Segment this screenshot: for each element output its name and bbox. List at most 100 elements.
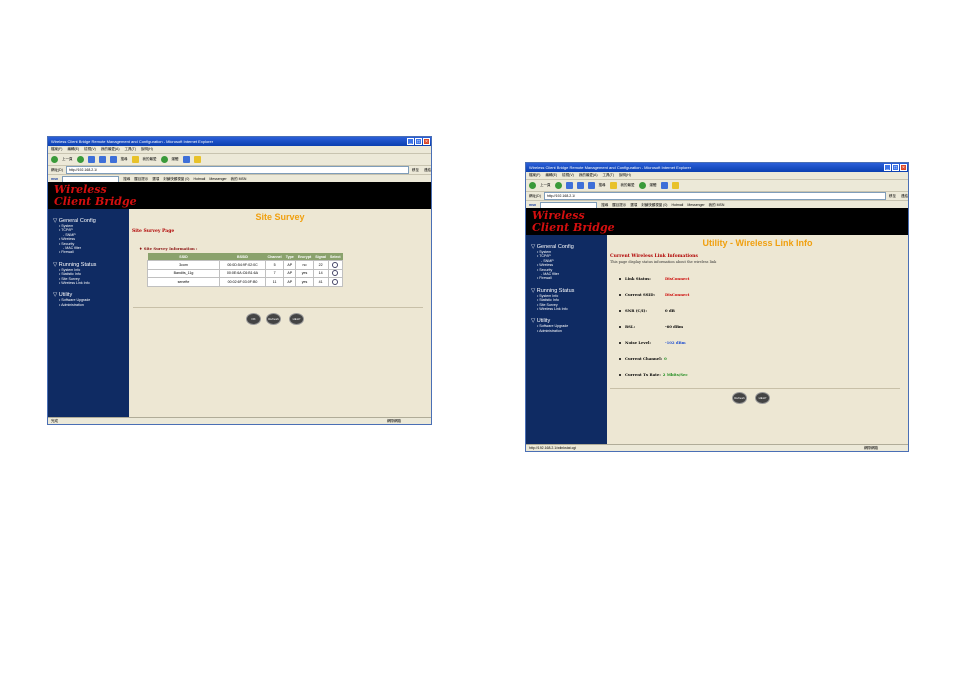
back-label[interactable]: 上一頁 [62,154,73,165]
browser-toolbar: 上一頁 搜尋 我的最愛 媒體 [48,154,431,166]
menu-tools[interactable]: 工具(T) [603,172,614,179]
info-row-noise-level: Noise Level: -102 dBm [619,340,686,345]
favorites-label[interactable]: 我的最愛 [621,180,635,191]
minimize-button[interactable]: _ [884,164,891,171]
media-label[interactable]: 媒體 [172,154,179,165]
stop-icon[interactable] [87,156,95,163]
help-button[interactable]: HELP [755,392,770,404]
snr-value: 0 dB [665,308,675,313]
menu-tools[interactable]: 工具(T) [125,146,136,153]
menu-file[interactable]: 檔案(F) [51,146,62,153]
address-bar: 網址(D) http://192.168.2.1/ 移至 連結 [526,192,908,201]
link-status-value: DisConnect [665,276,690,281]
address-input[interactable]: http://192.168.2.1/ [543,192,886,200]
close-button[interactable]: × [423,138,430,145]
minimize-button[interactable]: _ [407,138,414,145]
go-button[interactable]: 移至 [412,166,421,174]
browser-toolbar: 上一頁 搜尋 我的最愛 媒體 [526,180,908,192]
maximize-button[interactable]: □ [415,138,422,145]
back-label[interactable]: 上一頁 [540,180,551,191]
back-icon[interactable] [529,182,536,189]
address-label: 網址(D) [51,168,63,172]
stop-icon[interactable] [565,182,573,189]
sidebar: ▽ General Config • System • TCP/IP - SNM… [526,235,607,445]
menu-favorites[interactable]: 我的最愛(A) [579,172,598,179]
forward-icon[interactable] [76,156,84,163]
refresh-button[interactable]: Refresh [266,313,281,325]
menu-help[interactable]: 說明(H) [619,172,631,179]
go-button[interactable]: 移至 [889,192,898,200]
refresh-icon[interactable] [576,182,584,189]
info-row-link-status: Link Status: DisConnect [619,276,689,281]
page-title: Site Survey [255,212,305,222]
table-row: 3com 00:0D:54:9F:02:0C 5 AP no 22 [147,260,344,270]
media-icon[interactable] [638,182,646,189]
menu-edit[interactable]: 編輯(E) [545,172,557,179]
address-label: 網址(D) [529,194,541,198]
address-input[interactable]: http://192.168.2.1/ [65,166,409,174]
col-type: Type [283,253,296,261]
history-icon[interactable] [182,156,190,163]
forward-icon[interactable] [554,182,562,189]
sidebar-item-administration[interactable]: • Administration [48,303,129,307]
page-description: This page display status information abo… [610,260,717,264]
menu-view[interactable]: 檢視(V) [84,146,96,153]
col-ssid: SSID [147,253,220,261]
maximize-button[interactable]: □ [892,164,899,171]
ok-button[interactable]: OK [246,313,261,325]
favorites-icon[interactable] [131,156,139,163]
noise-level-value: -102 dBm [665,340,686,345]
select-radio[interactable] [332,270,339,277]
help-button[interactable]: HELP [289,313,304,325]
current-channel-value: 0 [664,356,667,361]
select-radio[interactable] [332,278,339,285]
page-heading: Site Survey Page [132,229,175,234]
app-banner: Wireless Client Bridge [526,208,908,235]
home-icon[interactable] [587,182,595,189]
folder-icon[interactable] [671,182,679,189]
history-icon[interactable] [660,182,668,189]
favorites-label[interactable]: 我的最愛 [143,154,157,165]
folder-icon[interactable] [193,156,201,163]
back-icon[interactable] [51,156,58,163]
wireless-link-info-page: Utility - Wireless Link Info Current Wir… [607,235,908,445]
refresh-button[interactable]: Refresh [732,392,747,404]
menu-view[interactable]: 檢視(V) [562,172,574,179]
rsl-value: -60 dBm [665,324,684,329]
info-row-snr: SNR (C/I): 0 dB [619,308,675,313]
menu-file[interactable]: 檔案(F) [529,172,540,179]
window-title: Wireless Client Bridge Remote Management… [51,139,214,144]
browser-window-site-survey: Wireless Client Bridge Remote Management… [47,136,432,425]
menu-help[interactable]: 說明(H) [141,146,153,153]
links-label[interactable]: 連結 [424,166,431,174]
status-text: 完成 [51,419,58,423]
table-row: senefte 00:02:6F:03:0F:B0 11 AP yes 41 [147,277,344,287]
col-encrypt: Encrypt [295,253,314,261]
menu-edit[interactable]: 編輯(E) [67,146,79,153]
col-channel: Channel [265,253,284,261]
media-label[interactable]: 媒體 [650,180,657,191]
col-select: Select [328,253,343,261]
media-icon[interactable] [160,156,168,163]
internet-zone: 網際網路 [387,419,401,423]
info-row-current-channel: Current Channel: 0 [619,356,667,361]
menu-favorites[interactable]: 我的最愛(A) [101,146,120,153]
info-row-current-ssid: Current SSID: DisConnect [619,292,689,297]
table-row: Bandits_11g 00:0E:6A:C6:B1:6A 7 AP yes 1… [147,268,344,279]
internet-zone: 網際網路 [864,446,878,450]
links-label[interactable]: 連結 [901,192,908,200]
info-row-rsl: RSL: -60 dBm [619,324,683,329]
search-label[interactable]: 搜尋 [599,180,606,191]
close-button[interactable]: × [900,164,907,171]
search-label[interactable]: 搜尋 [121,154,128,165]
address-bar: 網址(D) http://192.168.2.1/ 移至 連結 [48,166,431,175]
app-logo: Wireless Client Bridge [532,209,615,234]
select-radio[interactable] [332,261,339,268]
status-bar: http://192.168.2.1/wlinkstat.cgi 網際網路 [526,444,908,451]
home-icon[interactable] [109,156,117,163]
favorites-icon[interactable] [609,182,617,189]
sidebar-item-administration[interactable]: • Administration [526,329,607,333]
menu-bar: 檔案(F) 編輯(E) 檢視(V) 我的最愛(A) 工具(T) 說明(H) [526,172,908,180]
refresh-icon[interactable] [98,156,106,163]
site-survey-page: Site Survey Site Survey Page ♦ Site Surv… [129,209,431,418]
